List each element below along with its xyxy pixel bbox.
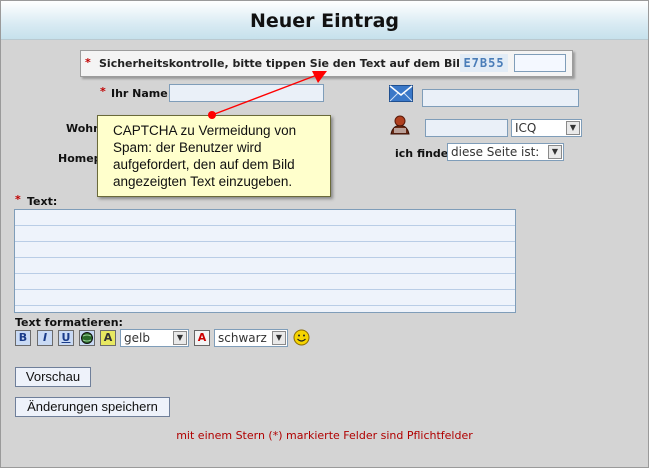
annotation-arrow	[208, 71, 327, 119]
guestbook-dialog: Neuer Eintrag * Sicherheitskontrolle, bi…	[0, 0, 649, 468]
